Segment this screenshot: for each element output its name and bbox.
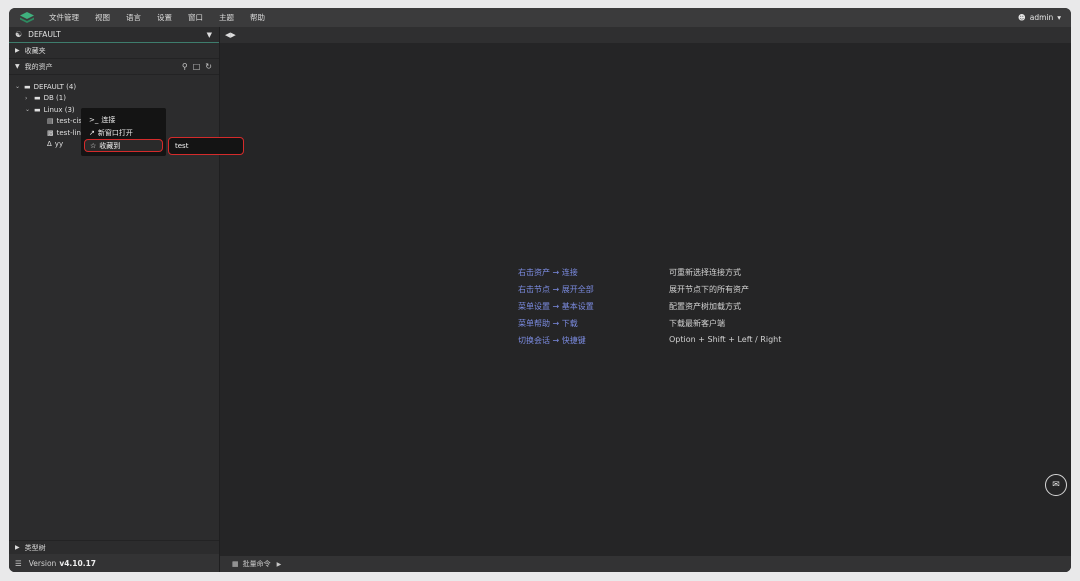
terminal-icon: >_ — [89, 115, 99, 124]
asset-label: yy — [54, 140, 64, 149]
favorite-submenu-item-test[interactable]: test — [168, 137, 244, 155]
square-icon[interactable]: □ — [193, 62, 201, 71]
help-value: 配置资产树加载方式 — [669, 302, 741, 311]
menu-window[interactable]: 窗口 — [188, 12, 203, 23]
menu-view[interactable]: 视图 — [95, 12, 110, 23]
help-key: 菜单设置 → 基本设置 — [518, 302, 594, 311]
menu-settings[interactable]: 设置 — [157, 12, 172, 23]
caret-right-icon: ▶ — [15, 47, 20, 54]
version-number: v4.10.17 — [59, 558, 97, 568]
asset-tools: ⚲ □ ↻ — [182, 62, 212, 71]
main-area: ◀▶ 右击资产 → 连接 可重新选择连接方式 右击节点 → 展开全部 展开节点下… — [220, 27, 1071, 572]
menu-file-manager[interactable]: 文件管理 — [49, 12, 79, 23]
caret-down-icon: ▼ — [15, 63, 20, 70]
my-assets-section[interactable]: ▼ 我的资产 ⚲ □ ↻ — [9, 59, 219, 75]
chevron-right-icon[interactable]: › — [25, 95, 34, 102]
help-key: 菜单帮助 → 下载 — [518, 319, 578, 328]
user-avatar-icon: ☻ — [1017, 13, 1026, 22]
context-menu: >_ 连接 ↗ 新窗口打开 ☆ 收藏到 — [81, 108, 166, 156]
chevron-down-icon: ▾ — [1057, 13, 1061, 22]
context-menu-label: 收藏到 — [99, 141, 121, 150]
asset-label: test-cis — [56, 117, 83, 126]
context-menu-favorite-to[interactable]: ☆ 收藏到 — [84, 139, 163, 152]
context-menu-open-new-window[interactable]: ↗ 新窗口打开 — [81, 126, 166, 139]
version-bar: ☰ Version v4.10.17 — [9, 554, 219, 572]
help-key: 切换会话 → 快捷键 — [518, 336, 586, 345]
type-tree-label: 类型树 — [24, 543, 46, 552]
external-link-icon: ↗ — [89, 128, 95, 137]
tree-node-default[interactable]: ⌄ ▬ DEFAULT (4) — [9, 81, 219, 93]
tree-node-label: DEFAULT (4) — [33, 82, 77, 91]
chevron-down-icon[interactable]: ⌄ — [25, 106, 34, 113]
printer-icon: ▩ — [47, 128, 54, 137]
help-row: 菜单帮助 → 下载 下载最新客户端 — [518, 318, 818, 335]
tab-bar: ◀▶ — [220, 27, 1071, 43]
status-bar: ▦ 批量命令 ▶ — [220, 556, 1071, 572]
help-key: 右击节点 → 展开全部 — [518, 285, 594, 294]
type-tree-section[interactable]: ▶ 类型树 — [9, 540, 219, 554]
submenu-label: test — [175, 142, 189, 150]
caret-right-icon: ▶ — [15, 544, 20, 551]
batch-command-icon: ▦ — [232, 560, 239, 568]
asset-label: test-lin — [56, 128, 81, 137]
search-icon[interactable]: ⚲ — [182, 62, 188, 71]
help-row: 菜单设置 → 基本设置 配置资产树加载方式 — [518, 301, 818, 318]
menu-lines-icon: ☰ — [15, 558, 22, 568]
tree-node-label: Linux (3) — [43, 105, 75, 114]
org-tree-icon: ☯ — [15, 30, 23, 39]
monitor-icon: ▤ — [47, 117, 54, 126]
tree-node-db[interactable]: › ▬ DB (1) — [9, 93, 219, 105]
user-menu[interactable]: ☻ admin ▾ — [1018, 8, 1061, 27]
help-row: 右击资产 → 连接 可重新选择连接方式 — [518, 267, 818, 284]
help-value: 可重新选择连接方式 — [669, 268, 741, 277]
chevron-down-icon: ▼ — [206, 31, 212, 39]
chevron-down-icon[interactable]: ⌄ — [15, 83, 24, 90]
app-window: 文件管理 视图 语言 设置 窗口 主题 帮助 ☻ admin ▾ ☯ DEFAU… — [9, 8, 1071, 572]
tree-node-label: DB (1) — [43, 94, 66, 103]
help-row: 切换会话 → 快捷键 Option + Shift + Left / Right — [518, 335, 818, 352]
help-tips: 右击资产 → 连接 可重新选择连接方式 右击节点 → 展开全部 展开节点下的所有… — [518, 267, 818, 352]
linux-penguin-icon: Δ — [47, 140, 52, 149]
version-prefix: Version — [28, 558, 57, 568]
my-assets-label: 我的资产 — [24, 62, 53, 71]
favorites-section[interactable]: ▶ 收藏夹 — [9, 43, 219, 59]
environment-label: DEFAULT — [28, 30, 61, 39]
folder-icon: ▬ — [34, 94, 41, 103]
help-value: 下载最新客户端 — [669, 319, 725, 328]
tab-scroll-arrows-icon[interactable]: ◀▶ — [225, 31, 236, 39]
context-menu-label: 连接 — [101, 115, 116, 124]
refresh-icon[interactable]: ↻ — [205, 62, 212, 71]
menu-theme[interactable]: 主题 — [219, 12, 234, 23]
user-name: admin — [1029, 13, 1054, 22]
folder-icon: ▬ — [24, 82, 31, 91]
batch-command-label[interactable]: 批量命令 — [243, 559, 271, 569]
favorites-label: 收藏夹 — [24, 46, 46, 55]
help-row: 右击节点 → 展开全部 展开节点下的所有资产 — [518, 284, 818, 301]
help-key: 右击资产 → 连接 — [518, 268, 578, 277]
star-icon: ☆ — [90, 141, 97, 150]
chat-icon[interactable]: ✉ — [1045, 474, 1067, 496]
menu-bar: 文件管理 视图 语言 设置 窗口 主题 帮助 ☻ admin ▾ — [9, 8, 1071, 27]
context-menu-label: 新窗口打开 — [97, 128, 133, 137]
help-value: Option + Shift + Left / Right — [669, 335, 782, 344]
environment-selector[interactable]: ☯ DEFAULT ▼ — [9, 27, 219, 43]
app-logo-icon — [18, 11, 36, 25]
caret-right-icon[interactable]: ▶ — [277, 561, 282, 568]
menu-help[interactable]: 帮助 — [250, 12, 265, 23]
folder-open-icon: ▬ — [34, 105, 41, 114]
help-value: 展开节点下的所有资产 — [669, 285, 749, 294]
context-menu-connect[interactable]: >_ 连接 — [81, 113, 166, 126]
menu-language[interactable]: 语言 — [126, 12, 141, 23]
